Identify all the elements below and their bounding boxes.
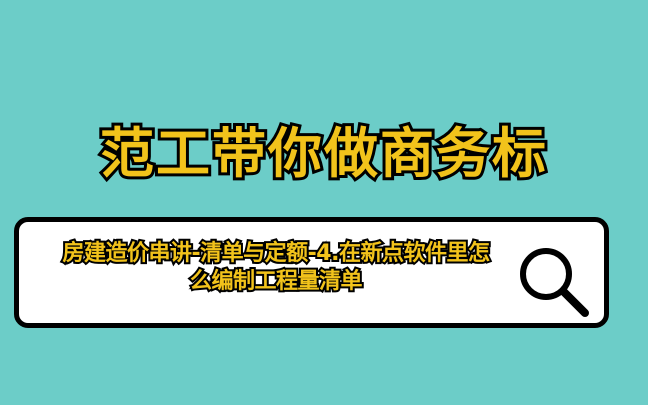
search-query-text: 房建造价串讲-清单与定额-4.在新点软件里怎么编制工程量清单 [61,239,492,296]
search-bar[interactable]: 房建造价串讲-清单与定额-4.在新点软件里怎么编制工程量清单 [14,217,609,328]
search-icon[interactable] [513,242,591,320]
headline-title: 范工带你做商务标 [97,122,549,185]
cover-background: 范工带你做商务标 房建造价串讲-清单与定额-4.在新点软件里怎么编制工程量清单 [0,0,648,405]
